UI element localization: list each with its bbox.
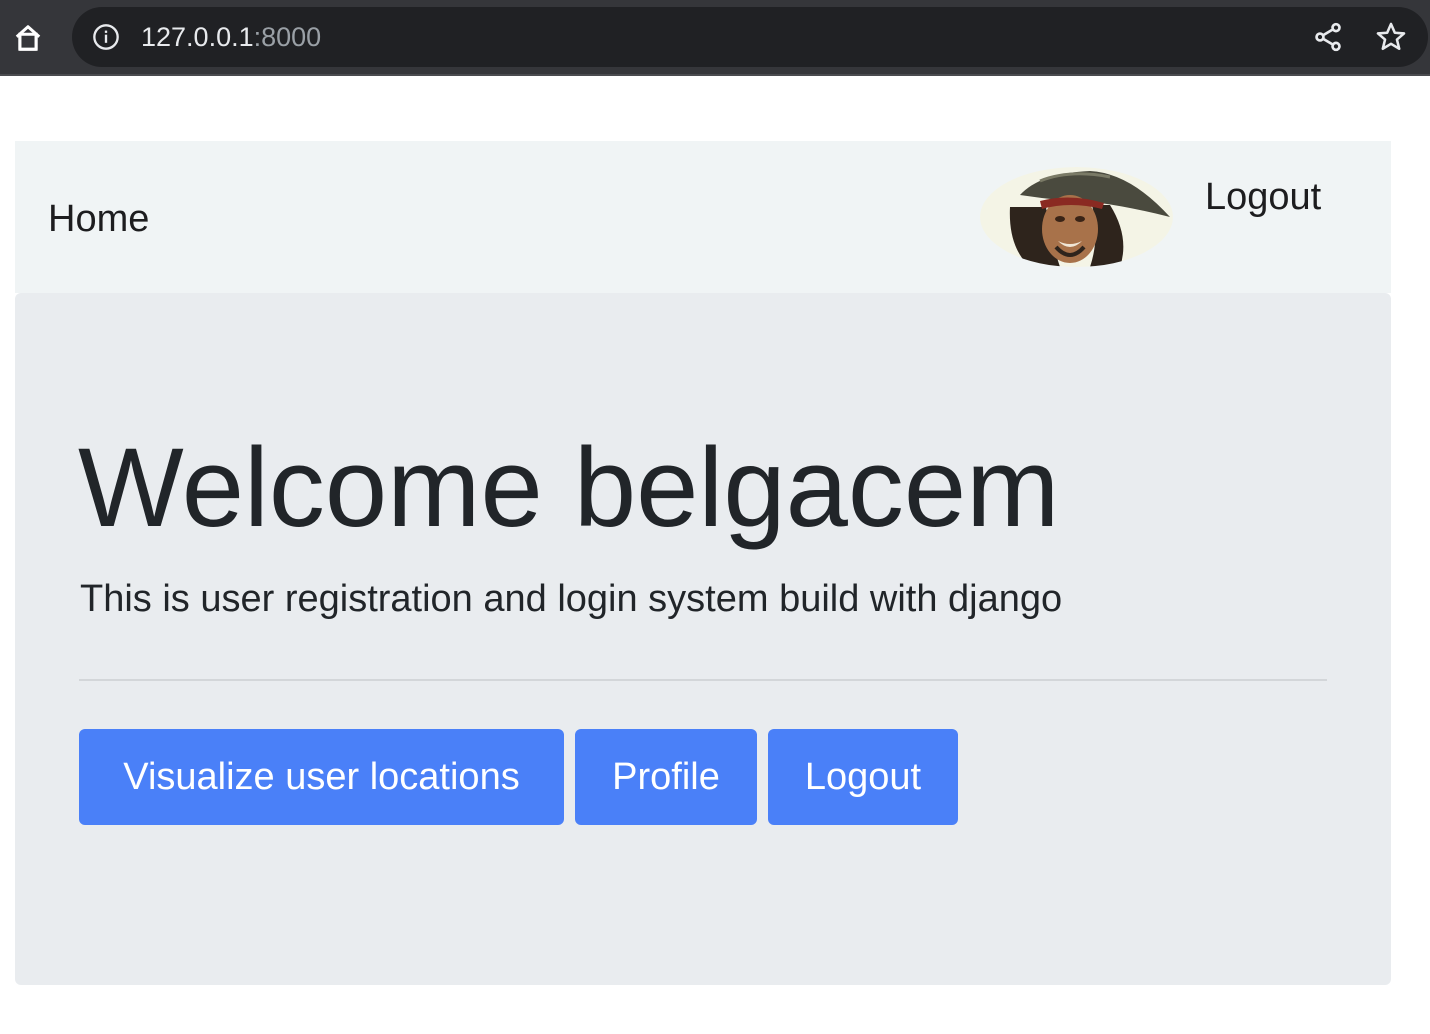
url-port: :8000 [253, 22, 322, 52]
info-icon[interactable] [92, 23, 120, 51]
divider [79, 679, 1327, 681]
url-host: 127.0.0.1 [141, 22, 254, 52]
share-icon[interactable] [1312, 21, 1344, 53]
star-icon[interactable] [1374, 20, 1408, 54]
url-text[interactable]: 127.0.0.1:8000 [141, 21, 321, 53]
browser-toolbar: 127.0.0.1:8000 [0, 0, 1430, 76]
nav-logout-link[interactable]: Logout [1205, 175, 1321, 219]
lead-text: This is user registration and login syst… [80, 578, 1063, 620]
profile-button[interactable]: Profile [575, 729, 757, 825]
navbar: Home Logout [15, 141, 1391, 293]
logout-button[interactable]: Logout [768, 729, 958, 825]
address-bar[interactable]: 127.0.0.1:8000 [72, 7, 1428, 67]
visualize-user-locations-button[interactable]: Visualize user locations [79, 729, 564, 825]
nav-home-link[interactable]: Home [48, 197, 149, 241]
page-title: Welcome belgacem [78, 425, 1060, 550]
avatar[interactable] [980, 167, 1173, 267]
home-icon[interactable] [8, 18, 48, 58]
toolbar-border [0, 74, 1430, 76]
jumbotron: Welcome belgacem This is user registrati… [15, 293, 1391, 985]
